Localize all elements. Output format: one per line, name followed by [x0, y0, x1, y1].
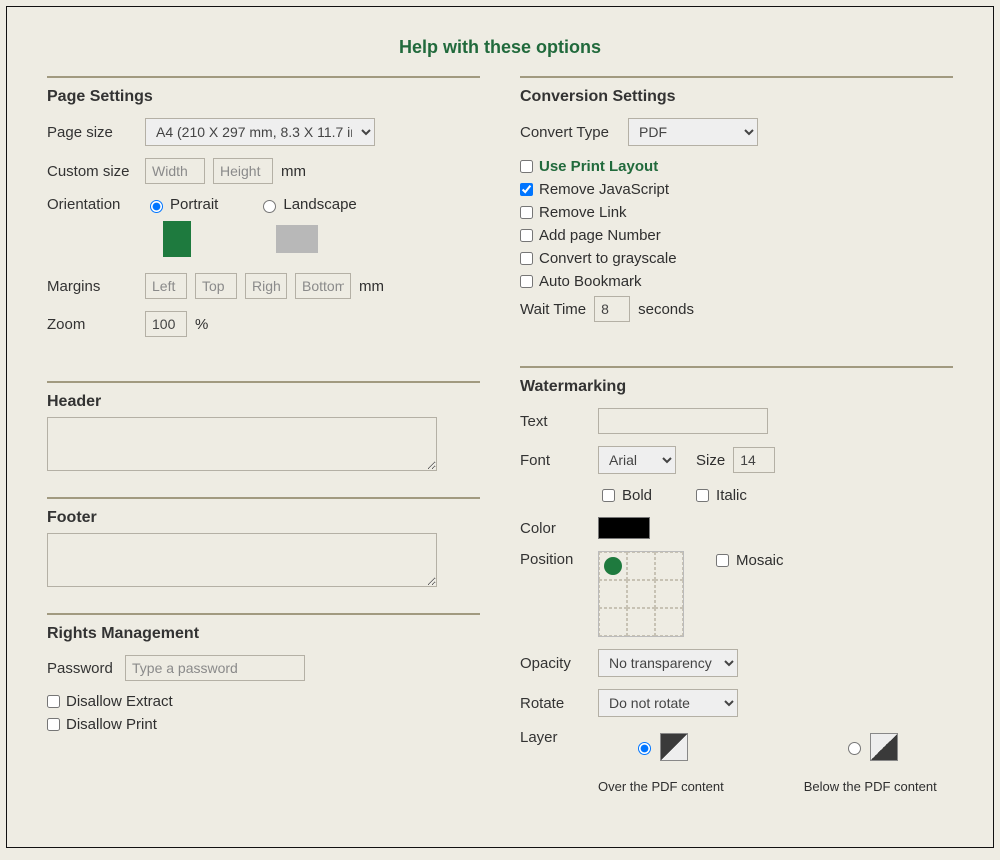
zoom-label: Zoom	[47, 316, 137, 333]
remove-link-label: Remove Link	[539, 204, 627, 221]
mm-unit: mm	[359, 278, 384, 295]
watermark-title: Watermarking	[520, 378, 953, 396]
grayscale-checkbox[interactable]	[520, 252, 533, 265]
convert-type-select[interactable]: PDF	[628, 118, 758, 146]
grayscale-label: Convert to grayscale	[539, 250, 677, 267]
position-grid[interactable]	[598, 551, 684, 637]
wm-rotate-label: Rotate	[520, 695, 590, 712]
wait-time-input[interactable]	[594, 296, 630, 322]
layer-over-label: Over the PDF content	[598, 779, 724, 794]
margin-left-input[interactable]	[145, 273, 187, 299]
use-print-layout-checkbox[interactable]	[520, 160, 533, 173]
add-page-number-checkbox[interactable]	[520, 229, 533, 242]
footer-title: Footer	[47, 509, 480, 527]
footer-textarea[interactable]	[47, 533, 437, 587]
disallow-print-label: Disallow Print	[66, 716, 157, 733]
wm-position-label: Position	[520, 551, 590, 568]
divider	[520, 366, 953, 368]
page-settings-title: Page Settings	[47, 88, 480, 106]
layer-over-icon	[660, 733, 688, 761]
right-column: Conversion Settings Convert Type PDF Use…	[520, 72, 953, 806]
conversion-title: Conversion Settings	[520, 88, 953, 106]
divider	[47, 613, 480, 615]
disallow-print-checkbox[interactable]	[47, 718, 60, 731]
left-column: Page Settings Page size A4 (210 X 297 mm…	[47, 72, 480, 806]
custom-height-input[interactable]	[213, 158, 273, 184]
password-label: Password	[47, 660, 117, 677]
wm-color-swatch[interactable]	[598, 517, 650, 539]
wm-color-label: Color	[520, 520, 590, 537]
landscape-radio[interactable]: Landscape	[258, 196, 356, 213]
bold-checkbox[interactable]: Bold	[598, 486, 652, 505]
seconds-unit: seconds	[638, 301, 694, 318]
page-size-label: Page size	[47, 124, 137, 141]
wm-opacity-select[interactable]: No transparency	[598, 649, 738, 677]
wm-size-label: Size	[696, 452, 725, 469]
position-dot-icon	[604, 557, 622, 575]
disallow-extract-label: Disallow Extract	[66, 693, 173, 710]
zoom-input[interactable]	[145, 311, 187, 337]
custom-size-label: Custom size	[47, 163, 137, 180]
layer-below-label: Below the PDF content	[804, 779, 937, 794]
add-page-number-label: Add page Number	[539, 227, 661, 244]
layer-below-radio[interactable]	[848, 742, 861, 755]
help-link[interactable]: Help with these options	[7, 7, 993, 72]
auto-bookmark-label: Auto Bookmark	[539, 273, 642, 290]
mosaic-checkbox[interactable]: Mosaic	[712, 551, 784, 570]
wm-layer-label: Layer	[520, 729, 590, 746]
orientation-label: Orientation	[47, 196, 137, 213]
margins-label: Margins	[47, 278, 137, 295]
mm-unit: mm	[281, 163, 306, 180]
divider	[47, 76, 480, 78]
portrait-radio[interactable]: Portrait	[145, 196, 218, 213]
margin-top-input[interactable]	[195, 273, 237, 299]
wm-text-label: Text	[520, 413, 590, 430]
landscape-icon	[276, 225, 318, 253]
custom-width-input[interactable]	[145, 158, 205, 184]
page-size-select[interactable]: A4 (210 X 297 mm, 8.3 X 11.7 in)	[145, 118, 375, 146]
disallow-extract-checkbox[interactable]	[47, 695, 60, 708]
auto-bookmark-checkbox[interactable]	[520, 275, 533, 288]
wm-rotate-select[interactable]: Do not rotate	[598, 689, 738, 717]
margin-right-input[interactable]	[245, 273, 287, 299]
password-input[interactable]	[125, 655, 305, 681]
remove-js-checkbox[interactable]	[520, 183, 533, 196]
header-title: Header	[47, 393, 480, 411]
wm-size-input[interactable]	[733, 447, 775, 473]
wm-font-label: Font	[520, 452, 590, 469]
convert-type-label: Convert Type	[520, 124, 620, 141]
italic-checkbox[interactable]: Italic	[692, 486, 747, 505]
percent-unit: %	[195, 316, 208, 333]
divider	[47, 497, 480, 499]
header-textarea[interactable]	[47, 417, 437, 471]
wait-time-label: Wait Time	[520, 301, 586, 318]
remove-js-label: Remove JavaScript	[539, 181, 669, 198]
divider	[47, 381, 480, 383]
use-print-layout-label[interactable]: Use Print Layout	[539, 158, 658, 175]
wm-text-input[interactable]	[598, 408, 768, 434]
rights-title: Rights Management	[47, 625, 480, 643]
layer-over-radio[interactable]	[638, 742, 651, 755]
divider	[520, 76, 953, 78]
options-panel: Help with these options Page Settings Pa…	[6, 6, 994, 848]
remove-link-checkbox[interactable]	[520, 206, 533, 219]
margin-bottom-input[interactable]	[295, 273, 351, 299]
portrait-icon	[163, 221, 191, 257]
wm-opacity-label: Opacity	[520, 655, 590, 672]
layer-below-icon	[870, 733, 898, 761]
wm-font-select[interactable]: Arial	[598, 446, 676, 474]
